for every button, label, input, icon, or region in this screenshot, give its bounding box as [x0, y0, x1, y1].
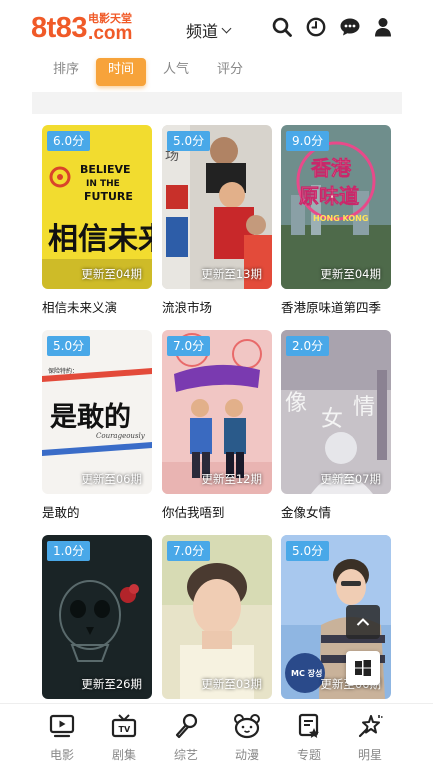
poster-image[interactable]: 7.0分 更新至12期 [162, 330, 272, 494]
poster-text: MC 장성 [291, 668, 322, 678]
chevron-down-icon [221, 23, 232, 33]
poster-text: 女 [321, 407, 343, 432]
channel-label: 频道 [186, 22, 219, 41]
search-icon[interactable] [271, 16, 293, 38]
media-title[interactable]: 香港原味道第四季 [281, 297, 391, 316]
top-header: 8t83 电影天堂 .com 频道 [0, 0, 433, 56]
poster-image[interactable]: BELIEVE IN THE FUTURE 相信未来 6.0分 更新至04期 [42, 125, 152, 289]
scroll-to-top-button[interactable] [346, 605, 380, 639]
nav-label: 综艺 [173, 748, 198, 762]
nav-label: 动漫 [234, 748, 259, 762]
chevron-up-icon [356, 618, 370, 626]
windows-icon [355, 660, 371, 676]
topic-icon [278, 712, 340, 740]
svg-text:TV: TV [119, 725, 131, 734]
logo-com-text: .com [88, 23, 133, 44]
poster-text: IN THE [86, 179, 120, 189]
update-status: 更新至07期 [320, 472, 381, 486]
score-badge: 7.0分 [167, 541, 211, 561]
score-badge: 9.0分 [286, 131, 330, 151]
filter-sort[interactable]: 排序 [42, 58, 90, 86]
poster-image[interactable]: 像 女 情 2.0分 更新至07期 [281, 330, 391, 494]
message-icon[interactable] [339, 16, 361, 38]
media-card[interactable]: 场 5.0分 更新至13期 流浪市场 [162, 125, 272, 316]
media-card[interactable]: 香港 原味道 HONG KONG 9.0分 更新至04期 香港原味道第四季 [281, 125, 391, 316]
windows-button[interactable] [346, 651, 380, 685]
poster-text: 保险特約： [48, 367, 78, 375]
nav-item-variety[interactable]: 综艺 [155, 712, 217, 763]
poster-text: BELIEVE [80, 163, 131, 176]
poster-text: 像 [285, 391, 307, 416]
logo-main-text: 8t83 [31, 12, 88, 44]
media-title[interactable]: 相信未来义演 [42, 297, 152, 316]
movie-icon [31, 712, 93, 740]
poster-image[interactable]: 7.0分 更新至03期 [162, 535, 272, 699]
media-card[interactable]: 保险特約： 是敢的 Courageously 5.0分 更新至06期 是敢的 [42, 330, 152, 521]
score-badge: 7.0分 [167, 336, 211, 356]
poster-image[interactable]: 场 5.0分 更新至13期 [162, 125, 272, 289]
score-badge: 2.0分 [286, 336, 330, 356]
update-status: 更新至13期 [201, 267, 262, 281]
poster-text: 香港 [311, 156, 352, 180]
filter-time[interactable]: 时间 [96, 58, 146, 86]
media-card[interactable]: 像 女 情 2.0分 更新至07期 金像女情 [281, 330, 391, 521]
tv-icon: TV [93, 712, 155, 740]
media-card[interactable]: 7.0分 更新至03期 [162, 535, 272, 699]
poster-text: 相信未来 [48, 222, 152, 257]
score-badge: 5.0分 [47, 336, 91, 356]
nav-item-anime[interactable]: 动漫 [216, 712, 278, 763]
nav-item-star[interactable]: 明星 [339, 712, 401, 763]
score-badge: 5.0分 [167, 131, 211, 151]
media-title[interactable]: 流浪市场 [162, 297, 272, 316]
section-divider [32, 92, 402, 114]
score-badge: 1.0分 [47, 541, 91, 561]
media-title[interactable]: 你估我唔到 [162, 502, 272, 521]
filter-popularity[interactable]: 人气 [152, 58, 200, 86]
star-wand-icon [339, 712, 401, 740]
bear-icon [216, 712, 278, 740]
media-card[interactable]: 7.0分 更新至12期 你估我唔到 [162, 330, 272, 521]
poster-text: 是敢的 [50, 401, 131, 433]
nav-item-series[interactable]: TV 剧集 [93, 712, 155, 763]
media-title[interactable]: 是敢的 [42, 502, 152, 521]
poster-image[interactable]: 1.0分 更新至26期 [42, 535, 152, 699]
filter-bar: 排序 时间 人气 评分 [32, 56, 402, 92]
microphone-icon [155, 712, 217, 740]
poster-image[interactable]: 香港 原味道 HONG KONG 9.0分 更新至04期 [281, 125, 391, 289]
site-logo[interactable]: 8t83 电影天堂 .com [31, 12, 133, 44]
poster-text: 原味道 [299, 184, 359, 208]
nav-label: 明星 [357, 748, 382, 762]
poster-text: 情 [353, 395, 375, 420]
history-clock-icon[interactable] [305, 16, 327, 38]
nav-label: 电影 [49, 748, 74, 762]
channel-dropdown[interactable]: 频道 [186, 18, 232, 42]
update-status: 更新至06期 [81, 472, 142, 486]
bottom-navigation: 电影 TV 剧集 综艺 动漫 专题 明星 [0, 703, 433, 768]
poster-text: FUTURE [84, 190, 133, 203]
nav-label: 专题 [296, 748, 321, 762]
update-status: 更新至04期 [81, 267, 142, 281]
media-title[interactable]: 金像女情 [281, 502, 391, 521]
media-card[interactable]: 1.0分 更新至26期 [42, 535, 152, 699]
poster-text: Courageously [96, 432, 146, 440]
media-card[interactable]: BELIEVE IN THE FUTURE 相信未来 6.0分 更新至04期 相… [42, 125, 152, 316]
nav-item-movie[interactable]: 电影 [31, 712, 93, 763]
nav-item-topic[interactable]: 专题 [278, 712, 340, 763]
filter-rating[interactable]: 评分 [206, 58, 254, 86]
score-badge: 5.0分 [286, 541, 330, 561]
poster-text: HONG KONG [313, 214, 368, 223]
poster-image[interactable]: 保险特約： 是敢的 Courageously 5.0分 更新至06期 [42, 330, 152, 494]
update-status: 更新至03期 [201, 677, 262, 691]
update-status: 更新至26期 [81, 677, 142, 691]
update-status: 更新至12期 [201, 472, 262, 486]
nav-label: 剧集 [111, 748, 136, 762]
user-icon[interactable] [372, 16, 394, 38]
score-badge: 6.0分 [47, 131, 91, 151]
update-status: 更新至04期 [320, 267, 381, 281]
